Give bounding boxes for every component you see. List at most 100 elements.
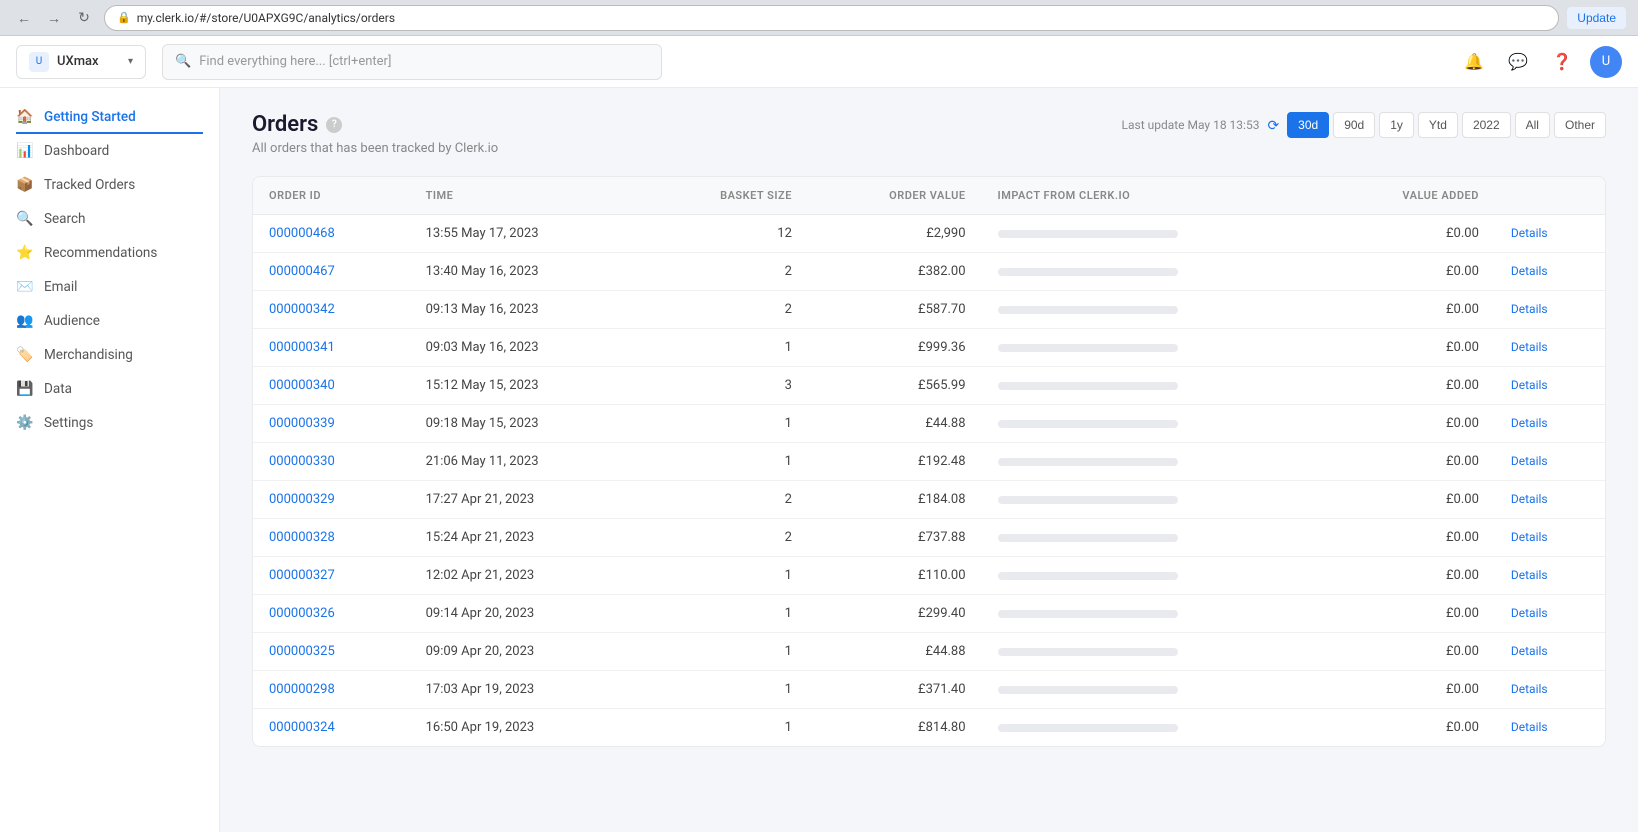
cell-time: 13:55 May 17, 2023 bbox=[410, 215, 642, 253]
page-subtitle: All orders that has been tracked by Cler… bbox=[252, 141, 498, 156]
store-selector[interactable]: U UXmax ▾ bbox=[16, 45, 146, 79]
details-link[interactable]: Details bbox=[1511, 720, 1548, 734]
update-button[interactable]: Update bbox=[1567, 7, 1626, 29]
cell-details: Details bbox=[1495, 253, 1605, 291]
order-id-link[interactable]: 000000468 bbox=[269, 226, 335, 241]
table-body: 000000468 13:55 May 17, 2023 12 £2,990 £… bbox=[253, 215, 1605, 747]
sidebar-item-search[interactable]: 🔍 Search bbox=[0, 202, 219, 236]
order-id-link[interactable]: 000000325 bbox=[269, 644, 335, 659]
cell-value-added: £0.00 bbox=[1321, 481, 1495, 519]
impact-bar bbox=[998, 420, 1178, 428]
order-id-link[interactable]: 000000324 bbox=[269, 720, 335, 735]
table-row: 000000340 15:12 May 15, 2023 3 £565.99 £… bbox=[253, 367, 1605, 405]
details-link[interactable]: Details bbox=[1511, 568, 1548, 582]
details-link[interactable]: Details bbox=[1511, 530, 1548, 544]
impact-bar bbox=[998, 268, 1178, 276]
main-content: Orders ? All orders that has been tracke… bbox=[220, 88, 1638, 832]
sidebar-label-settings: Settings bbox=[44, 415, 93, 431]
cell-basket-size: 2 bbox=[642, 253, 808, 291]
sidebar-item-email[interactable]: ✉️ Email bbox=[0, 270, 219, 304]
order-id-link[interactable]: 000000298 bbox=[269, 682, 335, 697]
browser-nav-icons: ← → ↻ bbox=[12, 6, 96, 30]
cell-value-added: £0.00 bbox=[1321, 709, 1495, 747]
order-id-link[interactable]: 000000339 bbox=[269, 416, 335, 431]
time-filter-2022[interactable]: 2022 bbox=[1462, 112, 1511, 138]
refresh-button[interactable]: ⟳ bbox=[1267, 117, 1279, 134]
order-id-link[interactable]: 000000326 bbox=[269, 606, 335, 621]
cell-order-id: 000000326 bbox=[253, 595, 410, 633]
cell-time: 09:14 Apr 20, 2023 bbox=[410, 595, 642, 633]
cell-time: 15:24 Apr 21, 2023 bbox=[410, 519, 642, 557]
time-filter-1y[interactable]: 1y bbox=[1379, 112, 1414, 138]
cell-time: 09:13 May 16, 2023 bbox=[410, 291, 642, 329]
col-order-value: ORDER VALUE bbox=[808, 177, 982, 215]
impact-bar bbox=[998, 382, 1178, 390]
sidebar-item-data[interactable]: 💾 Data bbox=[0, 372, 219, 406]
messages-button[interactable]: 💬 bbox=[1502, 46, 1534, 78]
details-link[interactable]: Details bbox=[1511, 264, 1548, 278]
cell-impact bbox=[982, 253, 1322, 291]
details-link[interactable]: Details bbox=[1511, 682, 1548, 696]
sidebar-item-audience[interactable]: 👥 Audience bbox=[0, 304, 219, 338]
cell-time: 15:12 May 15, 2023 bbox=[410, 367, 642, 405]
col-time: TIME bbox=[410, 177, 642, 215]
order-id-link[interactable]: 000000330 bbox=[269, 454, 335, 469]
table-row: 000000324 16:50 Apr 19, 2023 1 £814.80 £… bbox=[253, 709, 1605, 747]
cell-details: Details bbox=[1495, 595, 1605, 633]
details-link[interactable]: Details bbox=[1511, 606, 1548, 620]
cell-order-id: 000000341 bbox=[253, 329, 410, 367]
global-search-bar[interactable]: 🔍 Find everything here... [ctrl+enter] bbox=[162, 44, 662, 80]
details-link[interactable]: Details bbox=[1511, 302, 1548, 316]
cell-basket-size: 1 bbox=[642, 595, 808, 633]
impact-bar bbox=[998, 496, 1178, 504]
col-value-added: VALUE ADDED bbox=[1321, 177, 1495, 215]
sidebar-icon-tracked-orders: 📦 bbox=[16, 177, 34, 193]
time-filter-90d[interactable]: 90d bbox=[1333, 112, 1375, 138]
sidebar-icon-settings: ⚙️ bbox=[16, 415, 34, 431]
url-bar[interactable]: 🔒 my.clerk.io/#/store/U0APXG9C/analytics… bbox=[104, 5, 1559, 31]
details-link[interactable]: Details bbox=[1511, 416, 1548, 430]
order-id-link[interactable]: 000000327 bbox=[269, 568, 335, 583]
cell-impact bbox=[982, 595, 1322, 633]
sidebar-item-settings[interactable]: ⚙️ Settings bbox=[0, 406, 219, 440]
cell-impact bbox=[982, 481, 1322, 519]
sidebar-item-getting-started[interactable]: 🏠 Getting Started bbox=[0, 100, 219, 134]
details-link[interactable]: Details bbox=[1511, 644, 1548, 658]
sidebar-item-merchandising[interactable]: 🏷️ Merchandising bbox=[0, 338, 219, 372]
cell-value-added: £0.00 bbox=[1321, 329, 1495, 367]
help-button[interactable]: ❓ bbox=[1546, 46, 1578, 78]
cell-time: 17:03 Apr 19, 2023 bbox=[410, 671, 642, 709]
help-icon[interactable]: ? bbox=[326, 117, 342, 133]
time-filter-all[interactable]: All bbox=[1515, 112, 1550, 138]
details-link[interactable]: Details bbox=[1511, 454, 1548, 468]
sidebar-label-email: Email bbox=[44, 279, 77, 295]
details-link[interactable]: Details bbox=[1511, 378, 1548, 392]
order-id-link[interactable]: 000000342 bbox=[269, 302, 335, 317]
sidebar-item-recommendations[interactable]: ⭐ Recommendations bbox=[0, 236, 219, 270]
page-title: Orders ? bbox=[252, 112, 498, 137]
time-filter-other[interactable]: Other bbox=[1554, 112, 1606, 138]
order-id-link[interactable]: 000000329 bbox=[269, 492, 335, 507]
order-id-link[interactable]: 000000467 bbox=[269, 264, 335, 279]
order-id-link[interactable]: 000000340 bbox=[269, 378, 335, 393]
details-link[interactable]: Details bbox=[1511, 492, 1548, 506]
reload-button[interactable]: ↻ bbox=[72, 6, 96, 30]
table-row: 000000325 09:09 Apr 20, 2023 1 £44.88 £0… bbox=[253, 633, 1605, 671]
cell-basket-size: 3 bbox=[642, 367, 808, 405]
details-link[interactable]: Details bbox=[1511, 340, 1548, 354]
cell-time: 09:09 Apr 20, 2023 bbox=[410, 633, 642, 671]
sidebar-item-dashboard[interactable]: 📊 Dashboard bbox=[0, 134, 219, 168]
forward-button[interactable]: → bbox=[42, 6, 66, 30]
details-link[interactable]: Details bbox=[1511, 226, 1548, 240]
time-filter-30d[interactable]: 30d bbox=[1287, 112, 1329, 138]
cell-value-added: £0.00 bbox=[1321, 519, 1495, 557]
notifications-button[interactable]: 🔔 bbox=[1458, 46, 1490, 78]
time-filter-ytd[interactable]: Ytd bbox=[1418, 112, 1458, 138]
cell-order-value: £110.00 bbox=[808, 557, 982, 595]
order-id-link[interactable]: 000000341 bbox=[269, 340, 335, 355]
cell-details: Details bbox=[1495, 481, 1605, 519]
back-button[interactable]: ← bbox=[12, 6, 36, 30]
order-id-link[interactable]: 000000328 bbox=[269, 530, 335, 545]
sidebar-item-tracked-orders[interactable]: 📦 Tracked Orders bbox=[0, 168, 219, 202]
user-avatar[interactable]: U bbox=[1590, 46, 1622, 78]
